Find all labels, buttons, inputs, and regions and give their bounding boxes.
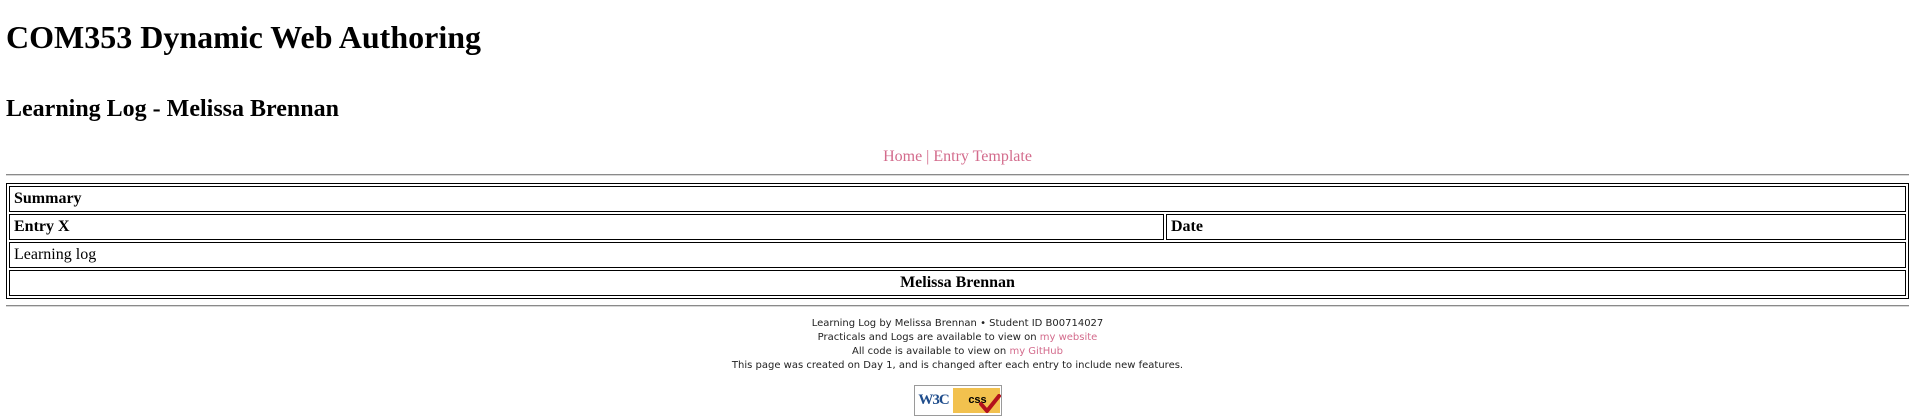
log-table: Summary Entry X Date Learning log Meliss…: [6, 183, 1909, 299]
nav-link-home[interactable]: Home: [883, 148, 922, 165]
log-body-text: Learning log: [9, 242, 1906, 268]
page-subtitle: Learning Log - Melissa Brennan: [6, 96, 339, 122]
footer-line-website: Practicals and Logs are available to vie…: [6, 331, 1909, 345]
checkmark-icon: [978, 394, 1001, 413]
table-row: Summary: [9, 186, 1906, 212]
date-heading: Date: [1166, 214, 1906, 240]
table-row: Melissa Brennan: [9, 270, 1906, 296]
footer-line-github: All code is available to view on my GitH…: [6, 345, 1909, 359]
nav-link-entry-template[interactable]: Entry Template: [933, 148, 1032, 165]
badge-wrap: W3C css: [6, 385, 1909, 416]
nav-bar: Home | Entry Template: [6, 148, 1909, 166]
footer-website-prefix: Practicals and Logs are available to vie…: [817, 332, 1037, 343]
page: COM353 Dynamic Web Authoring Learning Lo…: [0, 0, 1915, 416]
nav-separator: |: [926, 148, 930, 165]
author-cell: Melissa Brennan: [9, 270, 1906, 296]
footer-line-credits: Learning Log by Melissa Brennan • Studen…: [811, 318, 1104, 329]
footer-line-note: This page was created on Day 1, and is c…: [731, 360, 1184, 371]
table-row: Entry X Date: [9, 214, 1906, 240]
summary-heading: Summary: [9, 186, 1906, 212]
page-title: COM353 Dynamic Web Authoring: [6, 19, 481, 55]
github-link[interactable]: my GitHub: [1009, 346, 1063, 357]
w3c-logo-text: W3C: [915, 387, 952, 414]
bottom-divider: [6, 305, 1909, 307]
w3c-css-badge[interactable]: W3C css: [913, 385, 1002, 416]
website-link[interactable]: my website: [1040, 332, 1098, 343]
footer: Learning Log by Melissa Brennan • Studen…: [6, 317, 1909, 373]
entry-heading: Entry X: [9, 214, 1164, 240]
top-divider: [6, 174, 1909, 176]
table-row: Learning log: [9, 242, 1906, 268]
footer-github-prefix: All code is available to view on: [852, 346, 1007, 357]
